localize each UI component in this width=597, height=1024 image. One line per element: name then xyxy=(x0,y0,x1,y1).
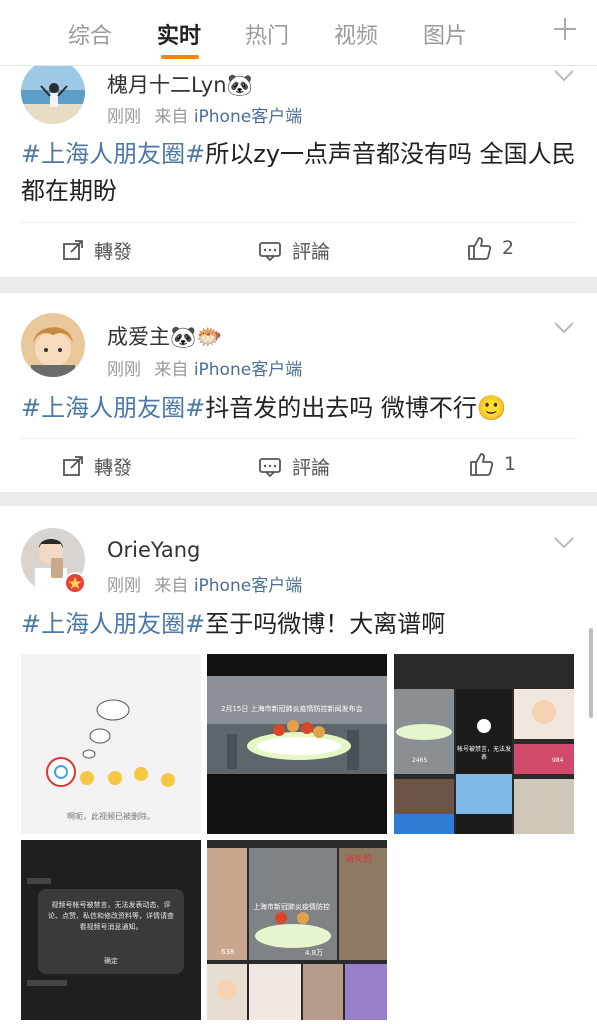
username[interactable]: 槐月十二Lyn🐼 xyxy=(107,69,253,99)
avatar[interactable] xyxy=(21,313,85,377)
source-prefix: 来自 xyxy=(154,360,189,380)
thumbs-up-icon xyxy=(468,237,492,260)
post-text: #上海人朋友圈#至于吗微博！大离谱啊 xyxy=(21,606,577,643)
scrollbar[interactable] xyxy=(589,628,593,718)
add-tab-icon[interactable] xyxy=(550,14,580,44)
topic-link[interactable]: #上海人朋友圈# xyxy=(21,140,205,168)
post-source[interactable]: iPhone客户端 xyxy=(194,360,302,380)
avatar[interactable] xyxy=(21,60,85,124)
chevron-down-icon[interactable] xyxy=(554,70,574,82)
view-count: 4.8万 xyxy=(305,949,324,957)
post-image[interactable]: 帐号被禁言，无法发表 2465 984 xyxy=(394,654,574,834)
post-meta: 刚刚 来自 iPhone客户端 xyxy=(107,571,302,596)
like-count: 2 xyxy=(502,237,515,259)
post-text: #上海人朋友圈#抖音发的出去吗 微博不行🙂 xyxy=(21,390,577,427)
topic-link[interactable]: #上海人朋友圈# xyxy=(21,610,205,638)
comment-button[interactable]: 評論 xyxy=(258,237,330,264)
image-caption: 上海市新冠肺炎疫情防控 xyxy=(253,903,330,911)
post-card[interactable]: 成爱主🐼🐡 刚刚 来自 iPhone客户端 #上海人朋友圈#抖音发的出去吗 微博… xyxy=(0,293,597,492)
chevron-down-icon[interactable] xyxy=(554,322,574,334)
comment-label: 評論 xyxy=(292,241,331,263)
post-card[interactable]: OrieYang 刚刚 来自 iPhone客户端 #上海人朋友圈#至于吗微博！大… xyxy=(0,506,597,1024)
view-count: 2465 xyxy=(412,757,428,764)
tab-pictures[interactable]: 图片 xyxy=(423,18,467,50)
post-image[interactable]: 2月15日 上海市新冠肺炎疫情防控新闻发布会 xyxy=(207,654,387,834)
repost-icon xyxy=(63,455,83,476)
ban-notice: 帐号被禁言，无法发表 xyxy=(456,746,511,761)
like-button[interactable]: 1 xyxy=(468,451,516,477)
verified-badge-icon xyxy=(64,572,86,594)
top-tab-bar: 综合 实时 热门 视频 图片 xyxy=(0,0,597,66)
post-card[interactable]: 槐月十二Lyn🐼 刚刚 来自 iPhone客户端 #上海人朋友圈#所以zy一点声… xyxy=(0,30,597,277)
view-count: 638 xyxy=(221,948,235,956)
like-count: 1 xyxy=(504,453,517,475)
repost-button[interactable]: 轉發 xyxy=(62,453,132,480)
chevron-down-icon[interactable] xyxy=(554,537,574,549)
repost-button[interactable]: 轉發 xyxy=(62,237,132,264)
username[interactable]: OrieYang xyxy=(107,538,200,562)
divider xyxy=(21,222,577,223)
post-time: 刚刚 xyxy=(107,360,141,380)
tab-comprehensive[interactable]: 综合 xyxy=(68,18,112,50)
dialog-confirm: 确定 xyxy=(104,957,118,965)
post-image[interactable]: 啊呃，此视频已被删除。 xyxy=(21,654,201,834)
post-meta: 刚刚 来自 iPhone客户端 xyxy=(107,102,302,127)
tab-hot[interactable]: 热门 xyxy=(245,18,289,50)
post-separator xyxy=(0,277,597,293)
tab-realtime[interactable]: 实时 xyxy=(157,18,201,50)
repost-icon xyxy=(63,239,83,260)
active-tab-indicator xyxy=(161,55,199,59)
source-prefix: 来自 xyxy=(154,576,189,596)
comment-button[interactable]: 評論 xyxy=(258,453,330,480)
comment-icon xyxy=(259,457,281,477)
post-meta: 刚刚 来自 iPhone客户端 xyxy=(107,355,302,380)
image-caption: 2月15日 上海市新冠肺炎疫情防控新闻发布会 xyxy=(221,705,363,713)
source-prefix: 来自 xyxy=(154,107,189,127)
image-caption: 消失的 xyxy=(345,855,373,865)
post-image[interactable]: 视频号帐号被禁言，无法发表动态、评论、点赞、私信和修改资料等，详情请查看视频号消… xyxy=(21,840,201,1020)
tab-video[interactable]: 视频 xyxy=(334,18,378,50)
topic-link[interactable]: #上海人朋友圈# xyxy=(21,394,205,422)
divider xyxy=(21,438,577,439)
username[interactable]: 成爱主🐼🐡 xyxy=(107,321,222,351)
post-source[interactable]: iPhone客户端 xyxy=(194,576,302,596)
like-button[interactable]: 2 xyxy=(466,235,514,261)
post-source[interactable]: iPhone客户端 xyxy=(194,107,302,127)
view-count: 984 xyxy=(552,757,564,764)
dialog-message: 视频号帐号被禁言，无法发表动态、评论、点赞、私信和修改资料等，详情请查看视频号消… xyxy=(48,901,174,931)
post-time: 刚刚 xyxy=(107,107,141,127)
post-image[interactable]: 上海市新冠肺炎疫情防控 638 4.8万 消失的 xyxy=(207,840,387,1020)
comment-icon xyxy=(259,241,281,261)
post-separator xyxy=(0,492,597,506)
repost-label: 轉發 xyxy=(94,457,133,479)
post-body: 抖音发的出去吗 微博不行🙂 xyxy=(205,394,507,422)
post-time: 刚刚 xyxy=(107,576,141,596)
thumbs-up-icon xyxy=(470,453,494,476)
post-text: #上海人朋友圈#所以zy一点声音都没有吗 全国人民都在期盼 xyxy=(21,136,577,210)
comment-label: 評論 xyxy=(292,457,331,479)
image-caption: 啊呃，此视频已被删除。 xyxy=(67,812,155,821)
repost-label: 轉發 xyxy=(94,241,133,263)
post-body: 至于吗微博！大离谱啊 xyxy=(205,610,446,638)
